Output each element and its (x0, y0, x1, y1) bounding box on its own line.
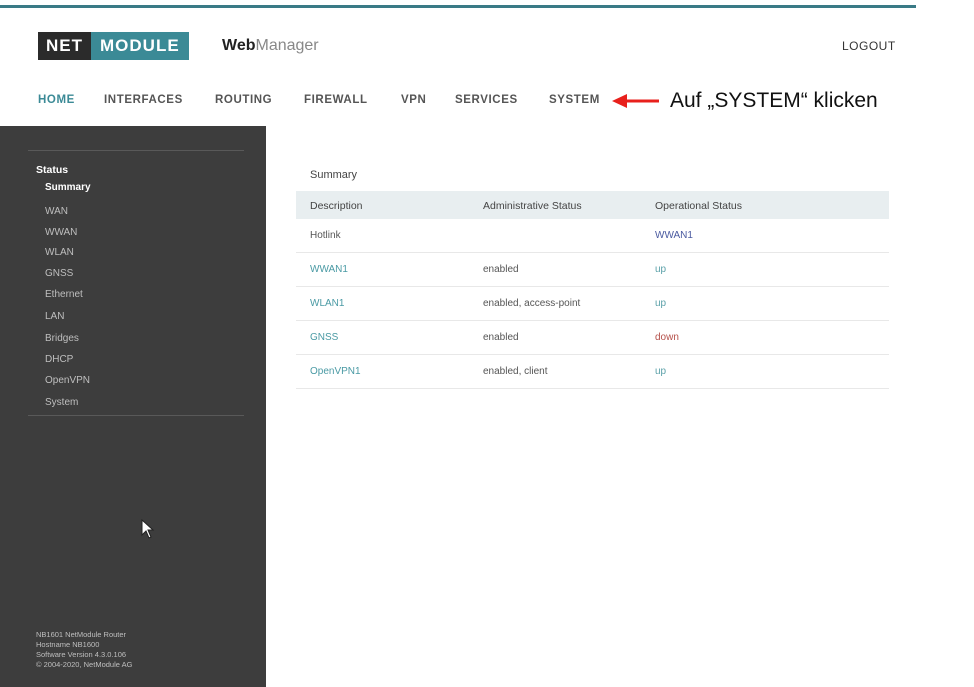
column-operational-status: Operational Status (655, 200, 742, 212)
sidebar-item-openvpn[interactable]: OpenVPN (45, 375, 90, 386)
sidebar-item-wlan[interactable]: WLAN (45, 247, 74, 258)
row-description-link[interactable]: WWAN1 (310, 264, 348, 275)
app-title: WebManager (222, 37, 319, 55)
row-operational-status: down (655, 332, 679, 343)
table-row: WLAN1 enabled, access-point up (296, 287, 889, 321)
footer-copyright: © 2004-2020, NetModule AG (36, 660, 133, 669)
sidebar-item-lan[interactable]: LAN (45, 311, 64, 322)
footer-hostname: Hostname NB1600 (36, 640, 100, 649)
row-admin-status: enabled (483, 332, 519, 343)
row-operational-status: up (655, 298, 667, 309)
row-operational-status: up (655, 264, 667, 275)
sidebar-divider-top (28, 150, 244, 151)
nav-vpn[interactable]: VPN (401, 94, 426, 106)
row-operational-status: WWAN1 (655, 230, 693, 241)
row-description-link[interactable]: GNSS (310, 332, 338, 343)
column-admin-status: Administrative Status (483, 200, 582, 212)
nav-routing[interactable]: ROUTING (215, 94, 272, 106)
nav-system[interactable]: SYSTEM (549, 94, 600, 106)
annotation-text: Auf „SYSTEM“ klicken (670, 89, 878, 112)
row-admin-status: enabled (483, 264, 519, 275)
app-title-light: Manager (255, 37, 319, 54)
sidebar-divider-bottom (28, 415, 244, 416)
logo-module-text: MODULE (91, 32, 189, 60)
netmodule-logo: NET MODULE (38, 32, 189, 60)
row-operational-status: up (655, 366, 667, 377)
mouse-pointer-icon (141, 518, 155, 544)
nav-firewall[interactable]: FIREWALL (304, 94, 368, 106)
row-description: Hotlink (310, 230, 341, 241)
main-nav: HOME INTERFACES ROUTING FIREWALL VPN SER… (0, 78, 640, 122)
sidebar-footer: NB1601 NetModule Router Hostname NB1600 … (36, 630, 132, 670)
row-admin-status: enabled, access-point (483, 298, 581, 309)
table-row: Hotlink WWAN1 (296, 219, 889, 253)
logout-link[interactable]: LOGOUT (842, 39, 896, 53)
top-accent-line (0, 5, 916, 8)
row-description-link[interactable]: WLAN1 (310, 298, 344, 309)
sidebar-item-bridges[interactable]: Bridges (45, 333, 79, 344)
logo-net-text: NET (38, 32, 91, 60)
sidebar-item-wwan[interactable]: WWAN (45, 227, 77, 238)
sidebar-item-system[interactable]: System (45, 397, 78, 408)
footer-software-version: Software Version 4.3.0.106 (36, 650, 127, 659)
nav-interfaces[interactable]: INTERFACES (104, 94, 183, 106)
nav-services[interactable]: SERVICES (455, 94, 518, 106)
summary-table-header: Description Administrative Status Operat… (296, 191, 889, 219)
row-admin-status: enabled, client (483, 366, 548, 377)
table-row: GNSS enabled down (296, 321, 889, 355)
sidebar-item-ethernet[interactable]: Ethernet (45, 289, 83, 300)
sidebar-item-dhcp[interactable]: DHCP (45, 354, 73, 365)
nav-home[interactable]: HOME (38, 94, 75, 106)
left-arrow-icon (612, 93, 660, 109)
sidebar: Status Summary WAN WWAN WLAN GNSS Ethern… (0, 126, 266, 687)
row-description-link[interactable]: OpenVPN1 (310, 366, 361, 377)
sidebar-item-wan[interactable]: WAN (45, 206, 68, 217)
column-description: Description (310, 200, 363, 212)
instruction-annotation: Auf „SYSTEM“ klicken (612, 88, 878, 114)
sidebar-item-gnss[interactable]: GNSS (45, 268, 73, 279)
sidebar-item-summary[interactable]: Summary (45, 182, 91, 193)
sidebar-section-status[interactable]: Status (36, 164, 68, 176)
footer-device: NB1601 NetModule Router (36, 630, 127, 639)
summary-title: Summary (310, 169, 358, 181)
table-row: OpenVPN1 enabled, client up (296, 355, 889, 389)
app-title-bold: Web (222, 37, 256, 54)
table-row: WWAN1 enabled up (296, 253, 889, 287)
